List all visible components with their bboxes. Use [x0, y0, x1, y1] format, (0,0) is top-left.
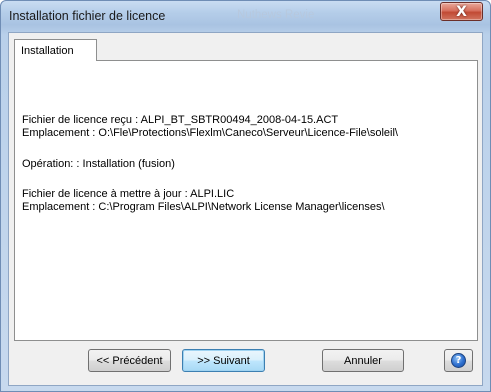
dialog-window: Installation fichier de licence Nuthews …	[0, 0, 491, 392]
received-license-file-text: Fichier de licence reçu : ALPI_BT_SBTR00…	[22, 114, 339, 126]
operation-text: Opération: : Installation (fusion)	[22, 158, 175, 170]
cancel-button[interactable]: Annuler	[322, 349, 404, 372]
help-icon-glyph: ?	[455, 354, 462, 366]
help-icon: ?	[451, 353, 466, 368]
received-license-location-text: Emplacement : O:\Fle\Protections\Flexlm\…	[22, 127, 398, 139]
tab-panel-installation: Fichier de licence reçu : ALPI_BT_SBTR00…	[14, 60, 478, 341]
close-icon: X	[456, 3, 467, 20]
target-license-file-text: Fichier de licence à mettre à jour : ALP…	[22, 188, 235, 200]
help-button[interactable]: ?	[444, 349, 473, 372]
title-bar[interactable]: Installation fichier de licence Nuthews …	[1, 1, 490, 33]
window-title: Installation fichier de licence	[9, 9, 166, 23]
dialog-client-area: Installation Fichier de licence reçu : A…	[8, 32, 483, 386]
next-button[interactable]: >> Suivant	[182, 349, 265, 372]
previous-button[interactable]: << Précédent	[88, 349, 171, 372]
target-license-location-text: Emplacement : C:\Program Files\ALPI\Netw…	[22, 201, 385, 213]
close-button[interactable]: X	[440, 2, 483, 21]
tab-installation[interactable]: Installation	[14, 39, 97, 61]
title-background-text: Nuthews Revie	[237, 9, 315, 21]
